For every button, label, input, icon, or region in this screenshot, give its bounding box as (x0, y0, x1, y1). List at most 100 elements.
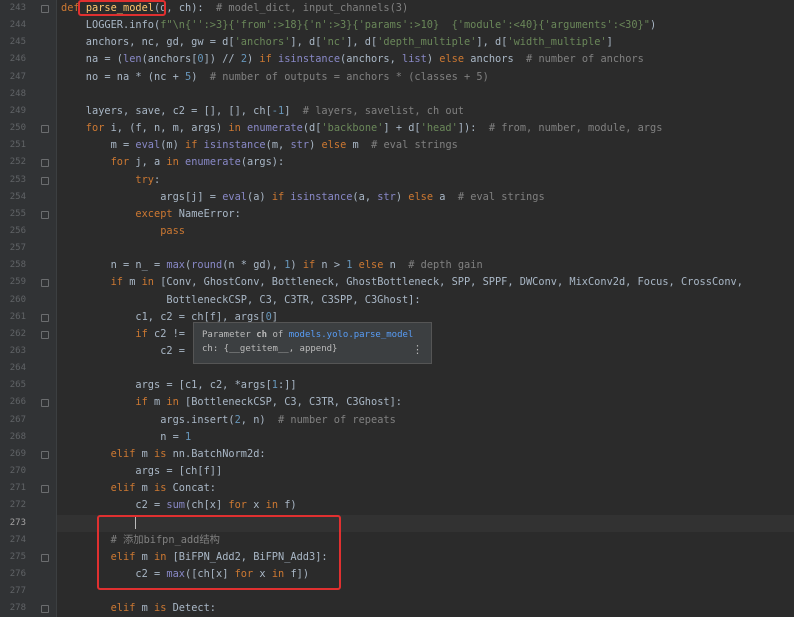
code-line[interactable]: pass (57, 223, 794, 240)
code-token: layers, save, c2 = [], [], ch[ (61, 104, 272, 117)
tooltip-signature: ch: {__getitem__, append} (202, 344, 338, 354)
code-token: na = ( (61, 53, 123, 66)
code-token: m (141, 602, 154, 615)
code-token: str (377, 190, 396, 203)
fold-marker-icon[interactable] (41, 159, 49, 168)
fold-marker-icon[interactable] (41, 330, 49, 339)
fold-marker-icon[interactable] (41, 553, 49, 562)
code-token: # number of anchors (526, 53, 644, 66)
code-token: if (271, 190, 291, 203)
code-line[interactable]: args.insert(2, n) # number of repeats (57, 412, 794, 429)
code-token: for (61, 122, 111, 135)
code-token: # layers, savelist, ch out (302, 104, 464, 117)
line-number-gutter[interactable]: 243 244 245 246 247 248 249 250 251 252 253 254 255 2… (0, 0, 57, 617)
code-token: NameError: (178, 207, 241, 220)
code-line[interactable]: if m in [BottleneckCSP, C3, C3TR, C3Ghos… (57, 394, 794, 411)
code-line[interactable]: layers, save, c2 = [], [], ch[-1] # laye… (57, 103, 794, 120)
code-line[interactable]: try: (57, 172, 794, 189)
code-token: args[j] = (61, 190, 223, 203)
fold-marker-icon[interactable] (41, 125, 49, 134)
line-number: 254 (9, 191, 26, 202)
code-token: ]) // (203, 53, 241, 66)
code-token: ] (284, 104, 303, 117)
code-token: in (228, 122, 248, 135)
code-text: args = [c1, c2, *args[1:]] (61, 377, 296, 394)
more-options-icon[interactable]: ⋮ (412, 343, 423, 357)
fold-marker-icon[interactable] (41, 399, 49, 408)
code-line[interactable]: LOGGER.info(f"\n{'':>3}{'from':>18}{'n':… (57, 17, 794, 34)
parameter-info-tooltip: Parameter ch of models.yolo.parse_model … (193, 322, 432, 364)
fold-marker-icon[interactable] (41, 313, 49, 322)
line-number: 267 (9, 414, 26, 425)
code-text: c2 = (61, 343, 185, 360)
code-token: list (402, 53, 427, 66)
code-line[interactable] (57, 86, 794, 103)
code-token: if (302, 259, 322, 272)
code-token: ] + d[ (383, 122, 421, 135)
code-token: args = [ch[f]] (61, 465, 223, 478)
line-number: 258 (9, 260, 26, 271)
code-line[interactable]: args[j] = eval(a) if isinstance(a, str) … (57, 189, 794, 206)
line-number: 270 (9, 466, 26, 477)
code-line[interactable]: no = na * (nc + 5) # number of outputs =… (57, 69, 794, 86)
code-token: m (129, 276, 142, 289)
code-token: BottleneckCSP, C3, C3TR, C3SPP, C3Ghost]… (61, 293, 421, 306)
code-token: n > (321, 259, 347, 272)
fold-marker-icon[interactable] (41, 450, 49, 459)
code-token: ], d[ (476, 36, 508, 49)
code-line[interactable]: elif m is nn.BatchNorm2d: (57, 446, 794, 463)
code-line[interactable]: def parse_model(d, ch): # model_dict, in… (57, 0, 794, 17)
code-line[interactable]: for i, (f, n, m, args) in enumerate(d['b… (57, 120, 794, 137)
fold-marker-icon[interactable] (41, 176, 49, 185)
code-text: c2 = sum(ch[x] for x in f) (61, 497, 296, 514)
code-line[interactable]: na = (len(anchors[0]) // 2) if isinstanc… (57, 51, 794, 68)
code-line[interactable]: elif m is Detect: (57, 600, 794, 617)
tooltip-definition-link[interactable]: models.yolo.parse_model (289, 330, 414, 340)
code-token: # eval strings (457, 190, 545, 203)
tooltip-title: Parameter ch of models.yolo.parse_model (202, 328, 423, 342)
code-token: 1 (185, 430, 192, 443)
line-number: 245 (9, 37, 26, 48)
code-line[interactable]: for j, a in enumerate(args): (57, 154, 794, 171)
code-line[interactable]: except NameError: (57, 206, 794, 223)
code-line[interactable]: m = eval(m) if isinstance(m, str) else m… (57, 137, 794, 154)
fold-marker-icon[interactable] (41, 485, 49, 494)
code-text: except NameError: (61, 206, 241, 223)
code-line[interactable]: anchors, nc, gd, gw = d['anchors'], d['n… (57, 34, 794, 51)
fold-marker-icon[interactable] (41, 279, 49, 288)
code-token: n (389, 259, 409, 272)
code-token: m (141, 482, 154, 495)
code-token: ) (191, 70, 210, 83)
code-token: (anchors, (340, 53, 403, 66)
code-token: if (259, 53, 279, 66)
line-number: 263 (9, 346, 26, 356)
code-text: args = [ch[f]] (61, 463, 222, 480)
code-token: else (321, 139, 353, 152)
code-line[interactable] (57, 240, 794, 257)
code-line[interactable]: elif m is Concat: (57, 480, 794, 497)
code-line[interactable]: c2 = sum(ch[x] for x in f) (57, 497, 794, 514)
code-token: elif (61, 602, 142, 615)
code-token: # depth gain (408, 259, 483, 272)
fold-marker-icon[interactable] (41, 210, 49, 219)
code-line[interactable]: n = n_ = max(round(n * gd), 1) if n > 1 … (57, 257, 794, 274)
code-token: anchors (470, 53, 527, 66)
code-text: elif m is Concat: (61, 480, 216, 497)
fold-marker-icon[interactable] (41, 605, 49, 614)
code-token: (anchors[ (141, 53, 198, 66)
code-line[interactable]: if m in [Conv, GhostConv, Bottleneck, Gh… (57, 274, 794, 291)
code-token: ) (290, 259, 303, 272)
line-number: 273 (9, 517, 26, 528)
line-number: 265 (9, 380, 26, 391)
code-token: LOGGER.info( (61, 19, 161, 32)
code-text: n = n_ = max(round(n * gd), 1) if n > 1 … (61, 257, 483, 274)
code-line[interactable]: args = [c1, c2, *args[1:]] (57, 377, 794, 394)
fold-marker-icon[interactable] (41, 5, 49, 13)
line-number: 246 (9, 54, 26, 65)
code-line[interactable]: n = 1 (57, 429, 794, 446)
code-line[interactable]: BottleneckCSP, C3, C3TR, C3SPP, C3Ghost]… (57, 292, 794, 309)
code-text: elif m is nn.BatchNorm2d: (61, 446, 266, 463)
code-token: ], d[ (346, 36, 378, 49)
code-token: c2 != (154, 327, 185, 340)
code-line[interactable]: args = [ch[f]] (57, 463, 794, 480)
